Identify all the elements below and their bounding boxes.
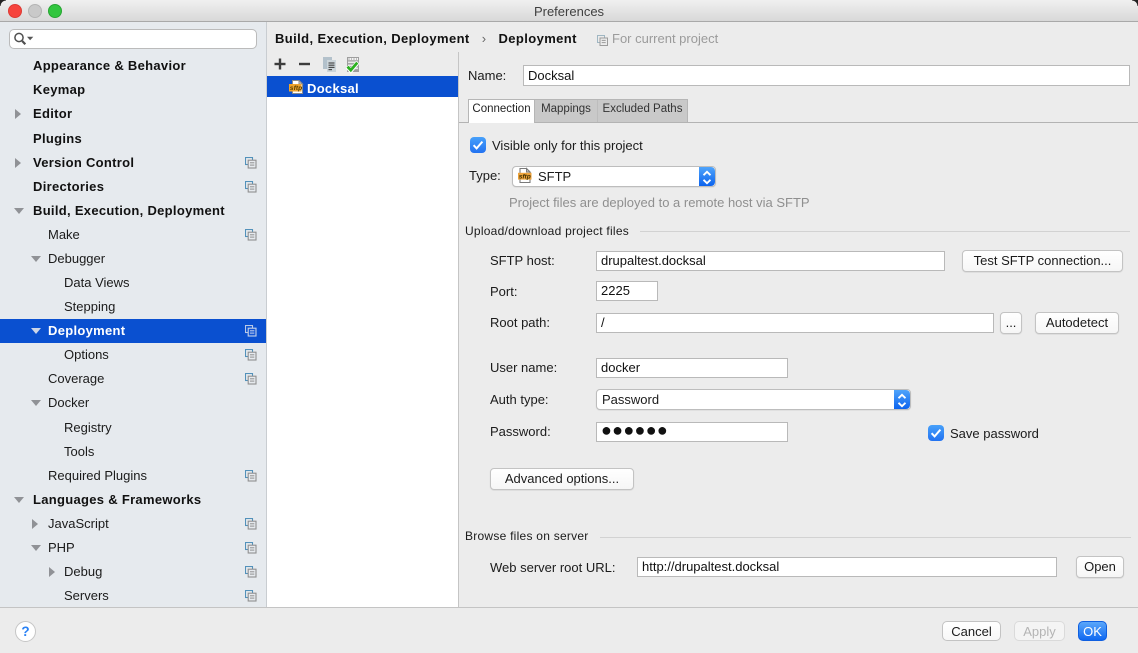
svg-text:sftp: sftp [519, 173, 531, 180]
svg-text:sftp: sftp [290, 85, 302, 92]
